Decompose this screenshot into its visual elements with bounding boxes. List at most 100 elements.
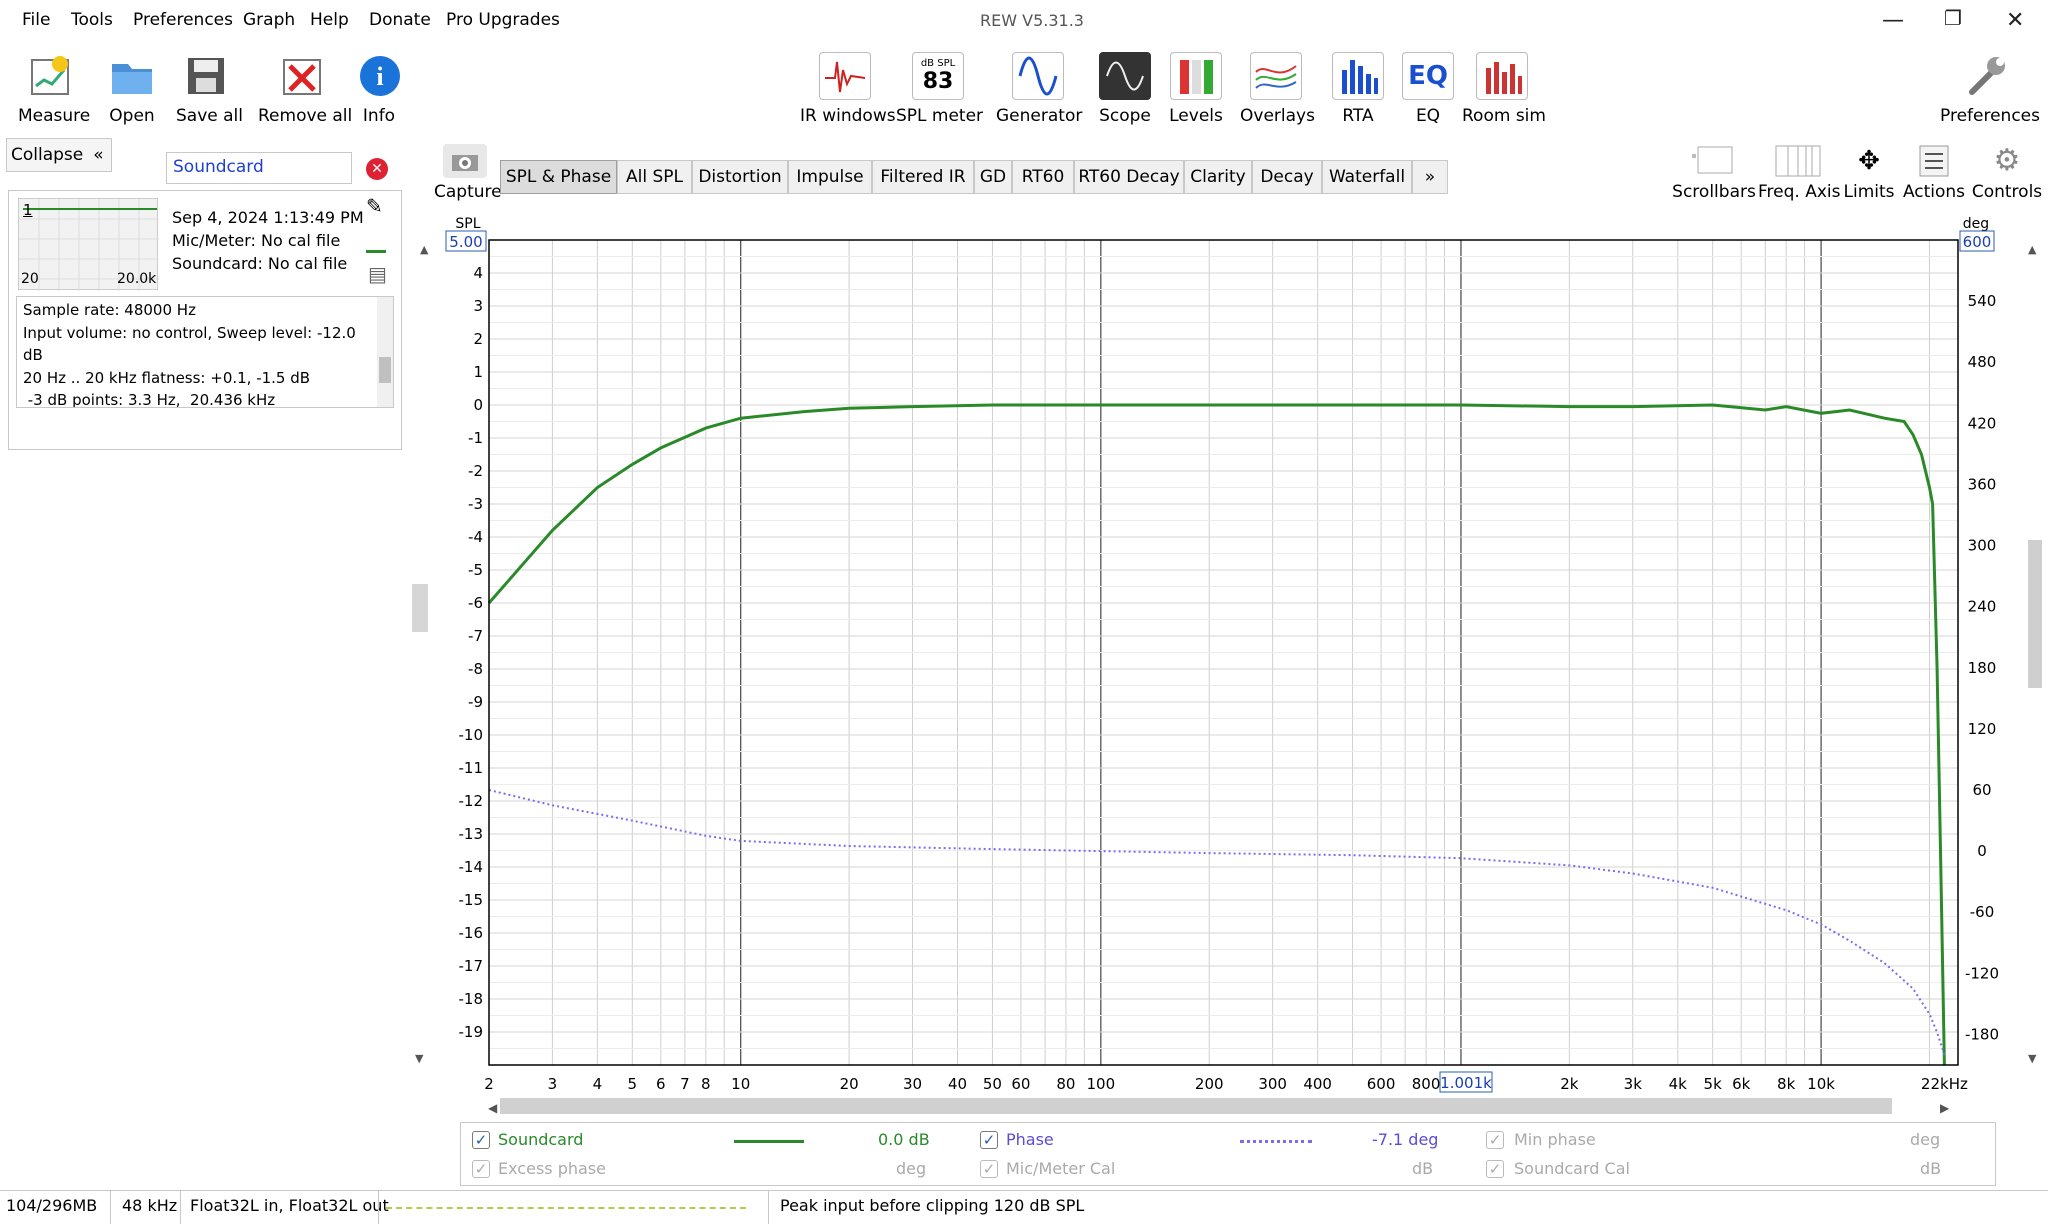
- y-left-tick-label: 4: [473, 264, 483, 282]
- spl-phase-graph[interactable]: 2345678102030405060801002003004006008001…: [0, 0, 2048, 1140]
- legend-soundcard-value: 0.0 dB: [878, 1130, 930, 1149]
- y-left-tick-label: -12: [459, 792, 484, 810]
- legend-min-phase-unit: deg: [1910, 1130, 1941, 1149]
- y-left-tick-label: -10: [459, 726, 484, 744]
- status-separator: [378, 1190, 379, 1224]
- scroll-left-icon[interactable]: ◀: [488, 1101, 498, 1115]
- legend-soundcard-cal-unit: dB: [1920, 1159, 1942, 1178]
- y-right-tick-label: 180: [1968, 659, 1997, 677]
- vertical-scrollbar-thumb[interactable]: [2028, 540, 2042, 688]
- x-tick-label: 6k: [1732, 1075, 1751, 1093]
- input-level-meter: [386, 1207, 746, 1209]
- soundcard-cal-checkbox[interactable]: ✓: [1486, 1160, 1504, 1178]
- x-tick-label: 10: [731, 1075, 750, 1093]
- right-axis-top-limit[interactable]: 600: [1963, 233, 1992, 251]
- phase-line-sample: [1240, 1140, 1312, 1143]
- left-scroll-up-icon[interactable]: ▲: [420, 243, 429, 256]
- x-tick-label: 22kHz: [1921, 1075, 1968, 1093]
- y-right-tick-label: 480: [1968, 353, 1997, 371]
- legend-mic-meter-cal-unit: dB: [1412, 1159, 1434, 1178]
- y-left-tick-label: -4: [468, 528, 483, 546]
- x-tick-label: 20: [840, 1075, 859, 1093]
- status-separator: [768, 1190, 769, 1224]
- min-phase-checkbox[interactable]: ✓: [1486, 1131, 1504, 1149]
- scroll-right-icon[interactable]: ▶: [1940, 1101, 1950, 1115]
- y-right-tick-label: 300: [1968, 537, 1997, 555]
- left-axis-top-limit[interactable]: 5.00: [449, 233, 482, 251]
- x-tick-label: 80: [1056, 1075, 1075, 1093]
- y-left-tick-label: -7: [468, 627, 483, 645]
- y-right-tick-label: 240: [1968, 598, 1997, 616]
- legend-excess-phase-label: Excess phase: [498, 1159, 606, 1178]
- soundcard-checkbox[interactable]: ✓: [472, 1131, 490, 1149]
- left-axis-unit: SPL: [455, 216, 480, 232]
- x-tick-label: 5k: [1704, 1075, 1723, 1093]
- x-tick-label: 300: [1258, 1075, 1287, 1093]
- legend-panel: [460, 1122, 1996, 1186]
- right-axis-unit: deg: [1963, 216, 1989, 232]
- x-tick-label: 3: [548, 1075, 558, 1093]
- status-bar-divider: [0, 1190, 2048, 1191]
- y-left-tick-label: -11: [459, 759, 484, 777]
- y-left-tick-label: -13: [459, 825, 484, 843]
- y-left-tick-label: -8: [468, 660, 483, 678]
- y-left-tick-label: -2: [468, 462, 483, 480]
- y-left-tick-label: 2: [473, 330, 483, 348]
- x-tick-label: 3k: [1624, 1075, 1643, 1093]
- y-right-tick-label: -60: [1970, 903, 1995, 921]
- legend-phase-label: Phase: [1006, 1130, 1054, 1149]
- y-left-tick-label: 0: [473, 396, 483, 414]
- soundcard-line-sample: [734, 1140, 804, 1143]
- y-left-tick-label: -15: [459, 891, 484, 909]
- y-right-tick-label: 120: [1968, 720, 1997, 738]
- y-left-tick-label: 1: [473, 363, 483, 381]
- legend-excess-phase-unit: deg: [896, 1159, 927, 1178]
- x-tick-label: 200: [1195, 1075, 1224, 1093]
- x-tick-label: 2k: [1560, 1075, 1579, 1093]
- phase-checkbox[interactable]: ✓: [980, 1131, 998, 1149]
- status-separator: [110, 1190, 111, 1224]
- x-tick-label: 40: [948, 1075, 967, 1093]
- peak-input-status: Peak input before clipping 120 dB SPL: [780, 1196, 1085, 1215]
- x-tick-label: 8: [701, 1075, 711, 1093]
- right-scroll-up-icon[interactable]: ▲: [2028, 243, 2037, 256]
- x-tick-label: 4k: [1669, 1075, 1688, 1093]
- memory-usage: 104/296MB: [6, 1196, 98, 1215]
- y-left-tick-label: -17: [459, 957, 484, 975]
- y-right-tick-label: 60: [1972, 781, 1991, 799]
- x-tick-label: 5: [628, 1075, 638, 1093]
- legend-mic-meter-cal-label: Mic/Meter Cal: [1006, 1159, 1116, 1178]
- x-tick-label: 100: [1087, 1075, 1116, 1093]
- x-tick-label: 4: [593, 1075, 603, 1093]
- right-scroll-down-icon[interactable]: ▼: [2028, 1052, 2037, 1065]
- y-right-tick-label: -180: [1965, 1025, 1999, 1043]
- y-right-tick-label: 360: [1968, 475, 1997, 493]
- x-tick-label: 50: [983, 1075, 1002, 1093]
- y-left-tick-label: -1: [468, 429, 483, 447]
- y-left-tick-label: -18: [459, 990, 484, 1008]
- x-tick-label: 800: [1412, 1075, 1441, 1093]
- format-status: Float32L in, Float32L out: [190, 1196, 389, 1215]
- x-tick-label: 2: [484, 1075, 494, 1093]
- y-left-tick-label: -9: [468, 693, 483, 711]
- y-right-tick-label: -120: [1965, 964, 1999, 982]
- y-left-tick-label: -5: [468, 561, 483, 579]
- legend-min-phase-label: Min phase: [1514, 1130, 1596, 1149]
- x-tick-label: 600: [1367, 1075, 1396, 1093]
- legend-soundcard-label: Soundcard: [498, 1130, 584, 1149]
- x-tick-label: 6: [656, 1075, 666, 1093]
- excess-phase-checkbox[interactable]: ✓: [472, 1160, 490, 1178]
- y-left-tick-label: 3: [473, 297, 483, 315]
- y-left-tick-label: -14: [459, 858, 484, 876]
- x-tick-label: 30: [903, 1075, 922, 1093]
- x-tick-label: 8k: [1777, 1075, 1796, 1093]
- left-scroll-down-icon[interactable]: ▼: [415, 1052, 424, 1065]
- status-separator: [180, 1190, 181, 1224]
- x-tick-label: 60: [1011, 1075, 1030, 1093]
- y-right-tick-label: 0: [1977, 842, 1987, 860]
- x-tick-label: 10k: [1807, 1075, 1835, 1093]
- y-right-tick-label: 540: [1968, 292, 1997, 310]
- mic-meter-cal-checkbox[interactable]: ✓: [980, 1160, 998, 1178]
- horizontal-scrollbar-thumb[interactable]: [500, 1098, 1892, 1114]
- legend-phase-value: -7.1 deg: [1372, 1130, 1439, 1149]
